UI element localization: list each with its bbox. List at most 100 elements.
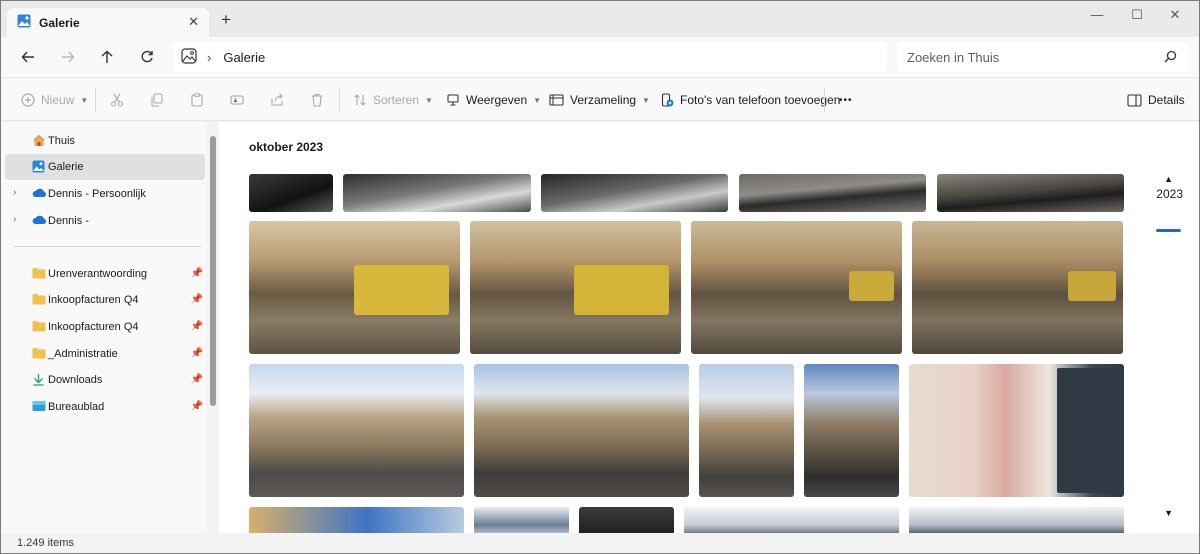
timeline-position-indicator[interactable]: [1156, 229, 1181, 232]
new-tab-button[interactable]: +: [221, 10, 231, 30]
photo-thumbnail[interactable]: [541, 174, 728, 212]
plus-circle-icon: [21, 93, 35, 107]
photo-thumbnail[interactable]: [691, 221, 902, 354]
photo-thumbnail[interactable]: [249, 174, 333, 212]
breadcrumb-galerie[interactable]: Galerie: [223, 50, 265, 65]
arrow-up-icon: [101, 50, 113, 63]
sidebar-item-bureaublad[interactable]: Bureaublad 📌: [5, 394, 205, 420]
sidebar-item-downloads[interactable]: Downloads 📌: [5, 367, 205, 393]
folder-icon: [32, 347, 46, 362]
search-box[interactable]: [897, 42, 1189, 72]
sidebar-item-label: Downloads: [48, 374, 103, 386]
arrow-right-icon: [62, 51, 75, 63]
sidebar-item-label: Inkoopfacturen Q4: [48, 294, 139, 306]
timeline-up-icon[interactable]: ▲: [1164, 174, 1173, 184]
sort-label: Sorteren: [373, 93, 420, 107]
chevron-down-icon: ▼: [425, 95, 433, 105]
item-count: 1.249 items: [17, 537, 74, 549]
photo-thumbnail[interactable]: [699, 364, 794, 497]
photo-thumbnail[interactable]: [470, 221, 681, 354]
command-bar: Nieuw ▼ Sorteren ▼ Weergeven ▼ Verzameli…: [1, 77, 1199, 121]
pin-icon[interactable]: 📌: [191, 401, 203, 412]
share-icon: [271, 93, 283, 106]
timeline-down-icon[interactable]: ▼: [1164, 508, 1173, 518]
photo-thumbnail[interactable]: [474, 507, 569, 533]
share-button[interactable]: [270, 89, 284, 111]
maximize-button[interactable]: ☐: [1127, 7, 1147, 23]
status-bar: 1.249 items: [1, 533, 1199, 553]
chevron-right-icon[interactable]: ›: [13, 214, 16, 225]
sidebar-item-administratie[interactable]: _Administratie 📌: [5, 341, 205, 367]
photo-thumbnail[interactable]: [579, 507, 674, 533]
scrollbar-thumb[interactable]: [210, 136, 216, 406]
chevron-right-icon[interactable]: ›: [207, 50, 211, 65]
collection-label: Verzameling: [570, 93, 637, 107]
details-pane-icon: [1127, 93, 1142, 107]
back-button[interactable]: [17, 46, 39, 68]
pin-icon[interactable]: 📌: [191, 348, 203, 359]
photo-thumbnail[interactable]: [804, 364, 899, 497]
photo-thumbnail[interactable]: [249, 221, 460, 354]
photo-thumbnail[interactable]: [474, 364, 689, 497]
paste-button[interactable]: [190, 89, 204, 111]
photo-thumbnail[interactable]: [249, 507, 464, 533]
month-heading: oktober 2023: [249, 140, 324, 154]
up-button[interactable]: [96, 46, 118, 68]
sidebar-item-dennis[interactable]: › Dennis -: [5, 208, 205, 234]
more-options-button[interactable]: •••: [839, 89, 853, 111]
sidebar-item-inkoopfacturen-q4[interactable]: Inkoopfacturen Q4 📌: [5, 287, 205, 313]
rename-button[interactable]: [230, 89, 244, 111]
sidebar-item-label: Thuis: [48, 135, 75, 147]
chevron-right-icon[interactable]: ›: [13, 187, 16, 198]
sidebar-scrollbar[interactable]: [207, 122, 219, 533]
search-input[interactable]: [907, 49, 1157, 65]
address-path-box[interactable]: › Galerie: [173, 42, 887, 72]
minimize-button[interactable]: —: [1087, 7, 1107, 22]
timeline-year[interactable]: 2023: [1156, 187, 1183, 201]
sidebar-item-galerie[interactable]: Galerie: [5, 154, 205, 180]
add-phone-photos-button[interactable]: Foto's van telefoon toevoegen: [660, 89, 840, 111]
photo-thumbnail[interactable]: [909, 507, 1124, 533]
title-bar: Galerie ✕ + — ☐ ✕: [1, 1, 1199, 37]
sidebar-item-thuis[interactable]: Thuis: [5, 128, 205, 154]
view-button[interactable]: Weergeven ▼: [446, 89, 541, 111]
refresh-button[interactable]: [136, 46, 158, 68]
delete-button[interactable]: [310, 89, 324, 111]
close-window-button[interactable]: ✕: [1165, 7, 1185, 23]
desktop-icon: [32, 400, 46, 415]
photo-thumbnail[interactable]: [684, 507, 899, 533]
close-tab-icon[interactable]: ✕: [188, 14, 199, 30]
tab-galerie[interactable]: Galerie ✕: [7, 8, 209, 37]
sort-icon: [354, 94, 366, 106]
photo-thumbnail[interactable]: [937, 174, 1124, 212]
cut-button[interactable]: [110, 89, 124, 111]
pin-icon[interactable]: 📌: [191, 374, 203, 385]
collection-button[interactable]: Verzameling ▼: [549, 89, 650, 111]
collection-icon: [549, 94, 564, 106]
add-phone-label: Foto's van telefoon toevoegen: [680, 93, 841, 107]
pin-icon[interactable]: 📌: [191, 268, 203, 279]
photo-thumbnail[interactable]: [909, 364, 1124, 497]
copy-button[interactable]: [150, 89, 164, 111]
pin-icon[interactable]: 📌: [191, 294, 203, 305]
refresh-icon: [141, 50, 153, 63]
details-button[interactable]: Details: [1127, 89, 1185, 111]
photo-thumbnail[interactable]: [739, 174, 926, 212]
photo-thumbnail[interactable]: [912, 221, 1123, 354]
photo-thumbnail[interactable]: [249, 364, 464, 497]
photo-thumbnail[interactable]: [343, 174, 531, 212]
rename-icon: [230, 95, 244, 105]
sort-button[interactable]: Sorteren ▼: [353, 89, 433, 111]
new-button[interactable]: Nieuw ▼: [21, 89, 88, 111]
search-icon[interactable]: [1164, 50, 1177, 66]
copy-icon: [151, 93, 163, 107]
sidebar-item-label: Inkoopfacturen Q4: [48, 321, 139, 333]
pin-icon[interactable]: 📌: [191, 321, 203, 332]
forward-button[interactable]: [57, 46, 79, 68]
sidebar-item-dennis-persoonlijk[interactable]: › Dennis - Persoonlijk: [5, 181, 205, 207]
divider: [95, 88, 96, 112]
sidebar-item-urenverantwoording[interactable]: Urenverantwoording 📌: [5, 261, 205, 287]
divider: [824, 88, 825, 112]
gallery-icon: [17, 14, 31, 31]
sidebar-item-inkoopfacturen-q4[interactable]: Inkoopfacturen Q4 📌: [5, 314, 205, 340]
